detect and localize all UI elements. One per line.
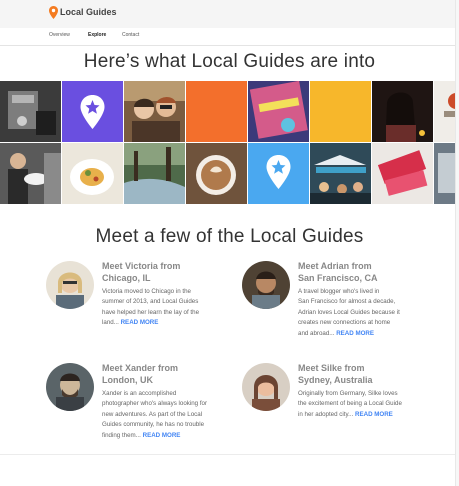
logo-text[interactable]: Local Guides xyxy=(60,7,117,17)
nav-overview[interactable]: Overview xyxy=(49,32,70,38)
nav-contact[interactable]: Contact xyxy=(122,32,139,38)
read-more-adrian[interactable]: READ MORE xyxy=(336,330,374,337)
tile-food-plate xyxy=(62,143,123,204)
hero-title: Here’s what Local Guides are into xyxy=(83,51,376,72)
tile-night-woman xyxy=(372,81,433,142)
tile-yellow-solid xyxy=(310,81,371,142)
guide-bio-xander: Xander is an accomplished photographer w… xyxy=(102,390,208,439)
tile-orange-solid xyxy=(186,81,247,142)
tile-latte-cup xyxy=(186,143,247,204)
avatar-xander xyxy=(46,363,94,411)
section-divider xyxy=(0,454,459,455)
read-more-xander[interactable]: READ MORE xyxy=(143,432,181,439)
guide-name-xander: Meet Xander from London, UK xyxy=(102,363,179,385)
tile-woman-tray xyxy=(0,143,61,204)
tile-tickets xyxy=(372,143,433,204)
top-bar: Local Guides xyxy=(0,0,459,28)
guide-bio-victoria: Victoria moved to Chicago in the summer … xyxy=(102,288,200,327)
avatar-adrian xyxy=(242,261,290,309)
guides-section-title: Meet a few of the Local Guides xyxy=(95,226,364,247)
tile-coffee-machine xyxy=(0,81,61,142)
photo-grid xyxy=(0,81,459,204)
avatar-victoria xyxy=(46,261,94,309)
tile-friends-selfie xyxy=(124,81,185,142)
tile-street-market xyxy=(310,143,371,204)
tile-pin-blue xyxy=(248,143,309,204)
guide-bio-silke: Originally from Germany, Silke loves the… xyxy=(298,390,402,418)
guide-bio-adrian: A travel blogger who's lived in San Fran… xyxy=(298,288,400,337)
guide-name-silke: Meet Silke from Sydney, Australia xyxy=(298,363,373,385)
tile-festival-sign xyxy=(248,81,309,142)
guide-name-victoria: Meet Victoria from Chicago, IL xyxy=(102,261,181,283)
avatar-silke xyxy=(242,363,290,411)
guide-name-adrian: Meet Adrian from San Francisco, CA xyxy=(298,261,378,283)
nav-explore[interactable]: Explore xyxy=(88,32,106,38)
scrollbar-track[interactable] xyxy=(455,0,459,486)
tile-forest-stream xyxy=(124,143,185,204)
read-more-victoria[interactable]: READ MORE xyxy=(121,319,159,326)
tile-pin-purple xyxy=(62,81,123,142)
location-pin-icon xyxy=(49,6,58,19)
main-nav: Overview Explore Contact xyxy=(0,28,459,46)
read-more-silke[interactable]: READ MORE xyxy=(355,411,393,418)
